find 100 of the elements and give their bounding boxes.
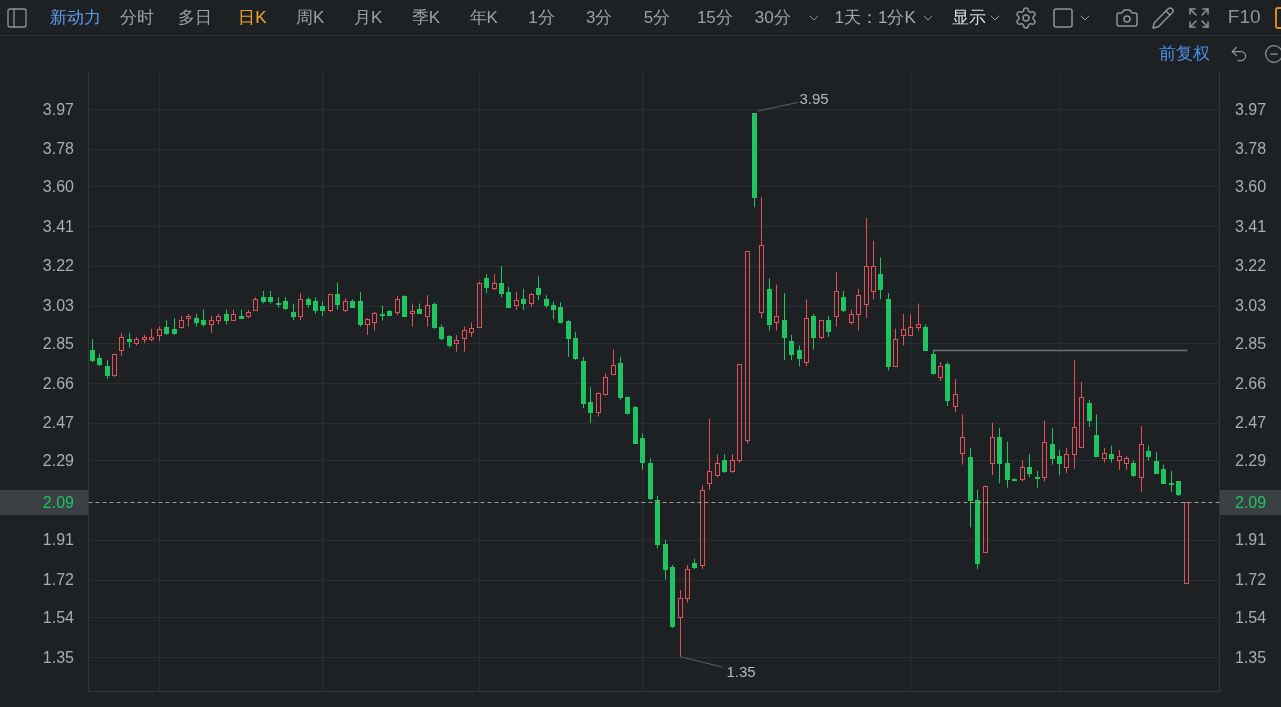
- fullscreen-button[interactable]: [1186, 5, 1211, 30]
- candlestick: [320, 300, 325, 317]
- horizontal-line[interactable]: [932, 349, 1189, 352]
- axis-label: 3.60: [1235, 177, 1267, 195]
- period-tab[interactable]: 多日: [165, 4, 224, 31]
- candlestick: [931, 349, 936, 376]
- candlestick: [893, 328, 898, 367]
- current-price-label: 2.09: [0, 490, 88, 515]
- candlestick: [484, 273, 489, 294]
- period-tab[interactable]: 季K: [397, 4, 455, 31]
- period-tab[interactable]: 分时: [108, 4, 166, 31]
- pencil-icon: [1150, 5, 1175, 30]
- candlestick: [439, 324, 444, 341]
- candlestick: [283, 296, 288, 311]
- candlestick: [365, 317, 370, 336]
- candlestick: [618, 356, 623, 401]
- f10-button[interactable]: F10: [1227, 3, 1261, 32]
- settings-button[interactable]: [1013, 5, 1038, 30]
- candlestick: [410, 303, 415, 328]
- axis-label: 3.22: [1235, 257, 1267, 275]
- axis-label: 3.78: [1235, 140, 1267, 158]
- sidebar-toggle-button[interactable]: [5, 5, 29, 30]
- candlestick: [186, 313, 191, 328]
- candlestick: [692, 558, 697, 570]
- axis-label: 3.60: [42, 177, 74, 195]
- draw-button[interactable]: [1150, 5, 1175, 30]
- candlestick: [209, 315, 214, 334]
- candlestick: [856, 288, 861, 332]
- axis-label: 2.29: [42, 451, 74, 469]
- period-tab[interactable]: 日K: [223, 4, 282, 31]
- candlestick: [1012, 477, 1017, 482]
- candlestick: [878, 257, 883, 300]
- candlestick: [380, 305, 385, 321]
- candlestick: [506, 286, 511, 309]
- candlestick: [603, 372, 608, 397]
- display-dropdown[interactable]: 显示: [951, 4, 1003, 31]
- candlestick: [127, 332, 132, 348]
- candlestick: [640, 432, 645, 471]
- gear-icon: [1013, 5, 1038, 30]
- candlestick: [1161, 464, 1166, 484]
- candlestick: [1109, 445, 1114, 464]
- candlestick: [529, 292, 534, 308]
- candlestick: [105, 359, 110, 380]
- candlestick: [492, 273, 497, 291]
- candlestick: [678, 589, 683, 658]
- candlestick: [1079, 381, 1084, 449]
- candlestick: [633, 405, 638, 445]
- candlestick: [224, 309, 229, 325]
- range-dropdown[interactable]: 1天：1分K: [834, 4, 936, 31]
- axis-label: 3.22: [42, 257, 74, 275]
- period-tab[interactable]: 1分: [512, 4, 571, 31]
- candlestick: [811, 313, 816, 351]
- period-tab[interactable]: 5分: [628, 4, 686, 31]
- period-tab[interactable]: 15分: [685, 4, 744, 31]
- candlestick: [343, 297, 348, 313]
- candlestick: [216, 313, 221, 325]
- candlestick: [90, 338, 95, 363]
- leader-line: [681, 656, 723, 668]
- candlestick: [246, 309, 251, 319]
- candlestick: [730, 453, 735, 474]
- period-tab[interactable]: 3分: [570, 4, 629, 31]
- price-adjustment-button[interactable]: 前复权: [1159, 41, 1210, 67]
- axis-label: 3.97: [42, 100, 74, 118]
- candlestick: [358, 291, 363, 328]
- candlestick: [164, 319, 169, 336]
- candlestick: [797, 344, 802, 367]
- axis-label: 3.03: [1235, 297, 1267, 315]
- candlestick: [871, 240, 876, 300]
- undo-button[interactable]: [1229, 44, 1249, 64]
- stock-name[interactable]: 新动力: [50, 4, 101, 31]
- candlestick: [521, 288, 526, 311]
- candlestick: [1005, 441, 1010, 489]
- candlestick: [306, 296, 311, 309]
- candlestick: [469, 321, 474, 338]
- axis-label: 1.72: [42, 571, 74, 589]
- candlestick: [172, 317, 177, 336]
- zoom-out-button[interactable]: [1264, 44, 1281, 64]
- axis-label: 2.29: [1235, 451, 1267, 469]
- candlestick: [119, 332, 124, 357]
- period-tab[interactable]: 月K: [339, 4, 397, 31]
- candlestick: [1131, 459, 1136, 478]
- candlestick: [402, 294, 407, 318]
- candlestick: [1020, 459, 1025, 482]
- candlestick: [328, 293, 333, 313]
- candlestick: [149, 328, 154, 342]
- candlestick: [625, 396, 630, 415]
- candlestick: [1124, 455, 1129, 471]
- candlestick: [916, 303, 921, 332]
- axis-label: 1.54: [42, 608, 74, 626]
- period-tab[interactable]: 30分: [743, 4, 802, 31]
- period-tab[interactable]: 周K: [281, 4, 340, 31]
- square-icon: [1050, 5, 1075, 30]
- candlestick: [514, 291, 519, 311]
- candlestick: [1027, 453, 1032, 478]
- period-tab[interactable]: 年K: [454, 4, 513, 31]
- candlestick: [298, 292, 303, 321]
- candlestick: [722, 453, 727, 474]
- candlestick: [499, 265, 504, 298]
- candlestick: [201, 309, 206, 328]
- candlestick: [1117, 449, 1122, 471]
